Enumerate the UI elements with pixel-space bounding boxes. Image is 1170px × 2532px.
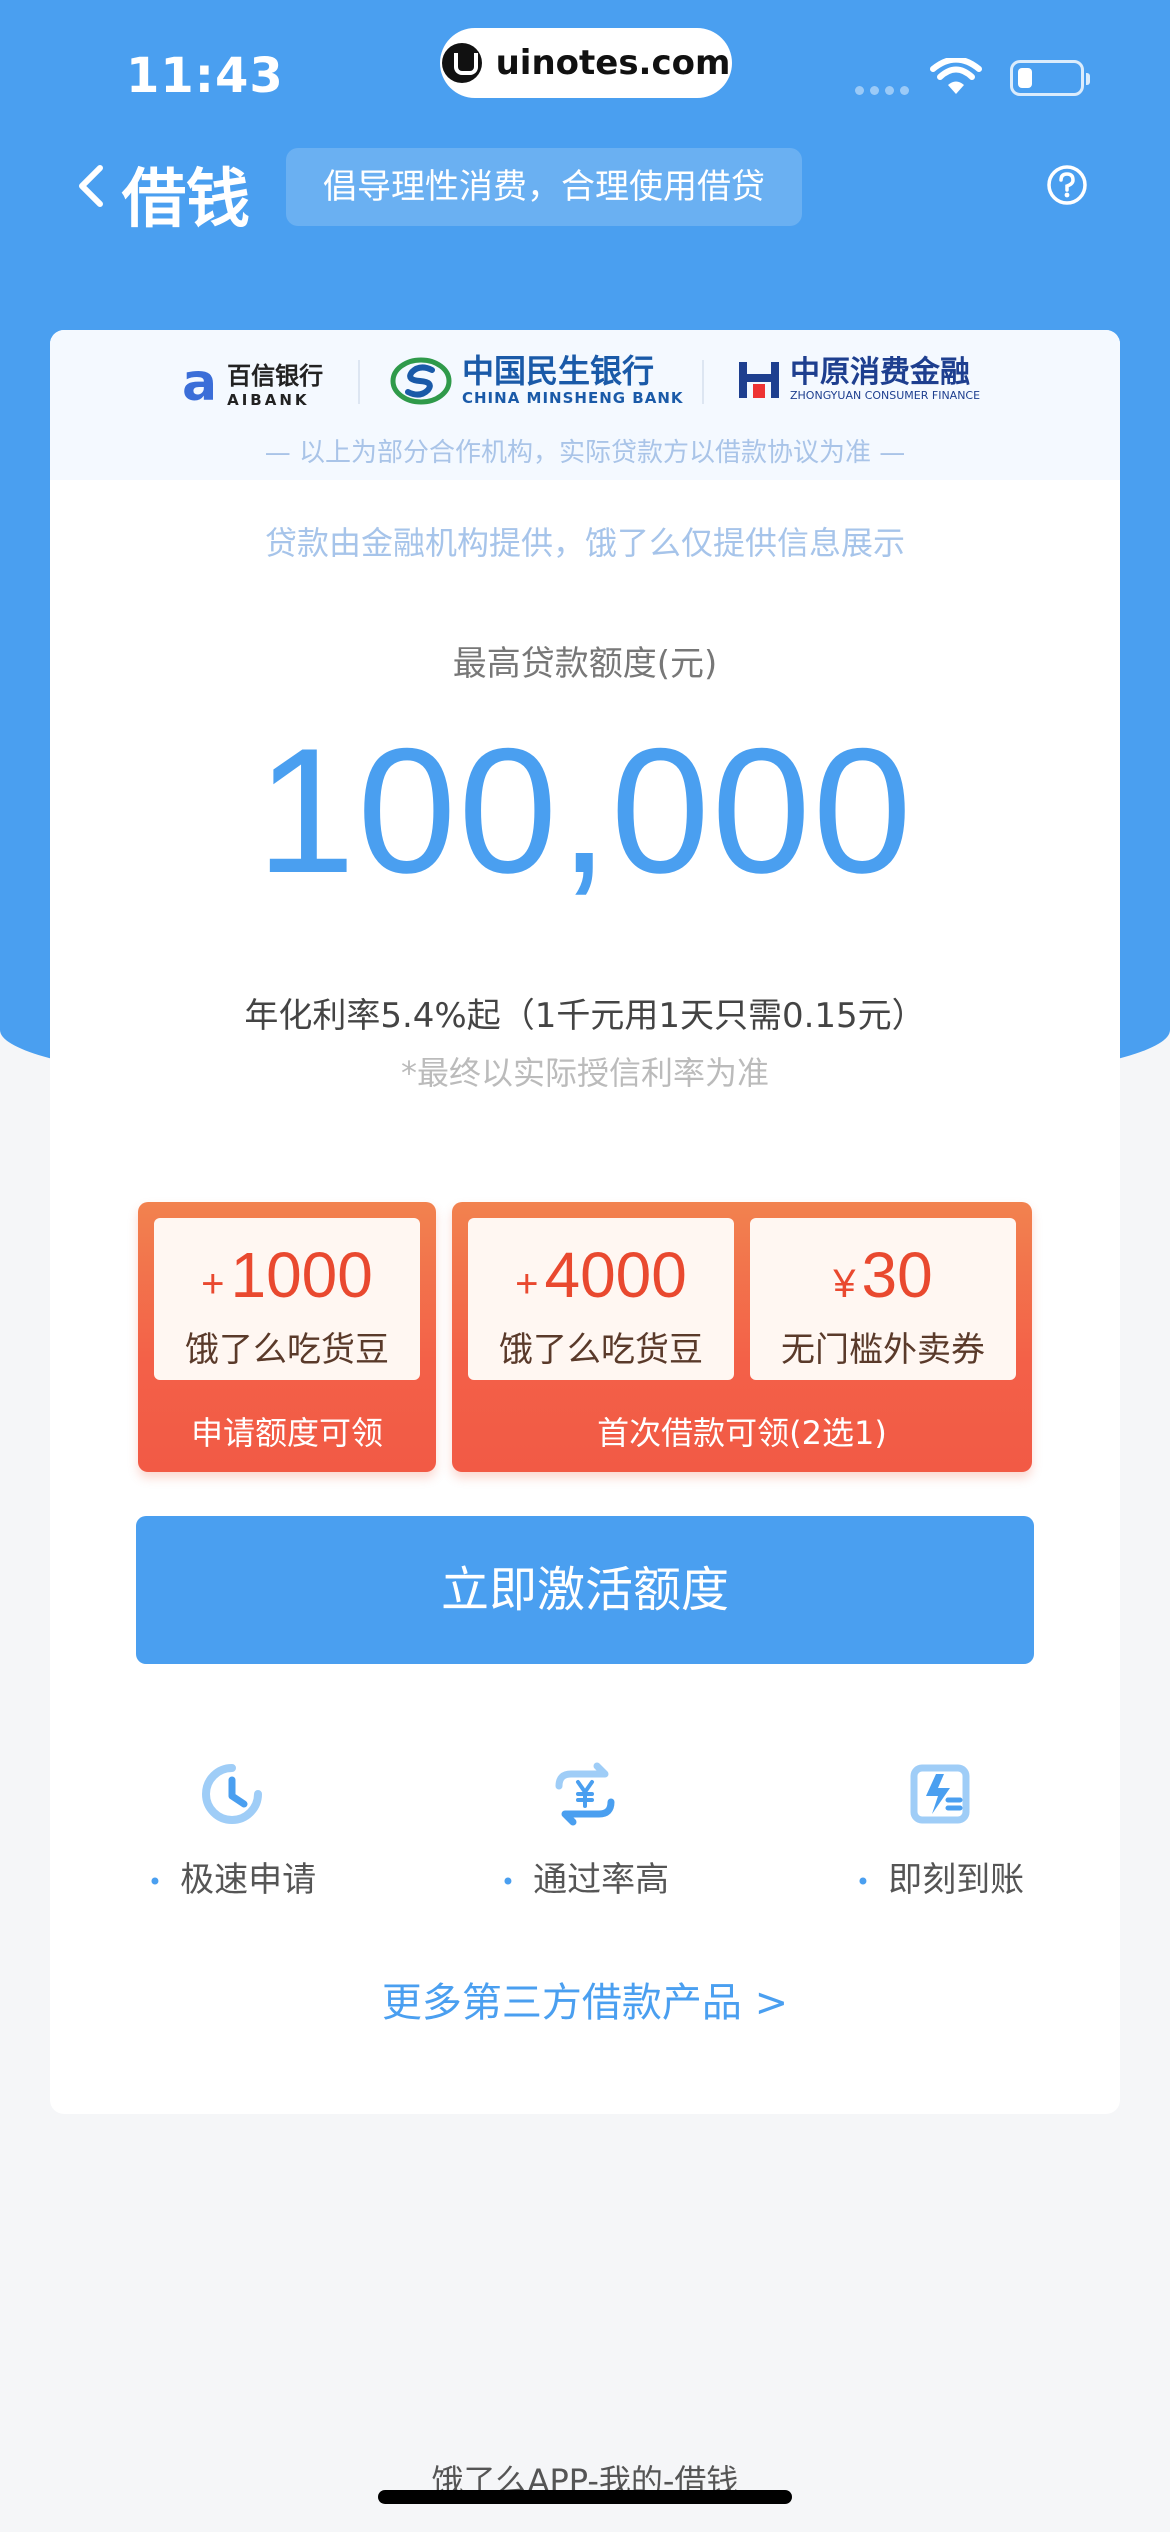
more-products-link[interactable]: 更多第三方借款产品 >	[50, 1970, 1120, 2028]
logo-divider	[358, 360, 360, 404]
battery-icon	[1010, 60, 1090, 96]
partner-name-en: CHINA MINSHENG BANK	[462, 389, 684, 408]
back-chevron-icon[interactable]	[72, 164, 112, 208]
partner-name-cn: 中原消费金融	[790, 355, 970, 390]
coupon-amount: ¥30	[833, 1239, 933, 1311]
feature-instant-arrival: 即刻到账	[810, 1760, 1070, 1901]
minsheng-emblem-icon	[390, 357, 452, 405]
yuan-exchange-icon	[555, 1762, 615, 1826]
wifi-icon	[930, 58, 982, 94]
partner-logo-zhongyuan: 中原消费金融 ZHONGYUAN CONSUMER FINANCE	[736, 356, 980, 402]
feature-fast-apply: 极速申请	[102, 1760, 362, 1901]
feature-label: 即刻到账	[810, 1852, 1070, 1901]
partner-logo-minsheng: 中国民生银行 CHINA MINSHENG BANK	[390, 352, 684, 408]
coupon-card: +4000 饿了么吃货豆	[468, 1218, 734, 1380]
status-time: 11:43	[126, 48, 284, 104]
partner-logo-aibank: a 百信银行 AIBANK	[182, 352, 324, 413]
coupon-desc: 饿了么吃货豆	[499, 1330, 703, 1370]
signal-icon	[855, 86, 909, 95]
interest-rate-note: *最终以实际授信利率为准	[400, 1054, 769, 1092]
partner-note: — 以上为部分合作机构，实际贷款方以借款协议为准 —	[264, 438, 906, 468]
limit-label: 最高贷款额度(元)	[452, 644, 718, 684]
loan-disclaimer: 贷款由金融机构提供，饿了么仅提供信息展示	[264, 524, 905, 562]
partner-area: a 百信银行 AIBANK 中国民生银行 CHINA MINSHENG BANK	[50, 330, 1120, 480]
activate-limit-button[interactable]: 立即激活额度	[136, 1516, 1034, 1664]
reward-caption: 申请额度可领	[190, 1414, 383, 1452]
partner-name-cn: 百信银行	[227, 362, 324, 390]
coupon-amount: +1000	[201, 1239, 373, 1311]
limit-value: 100,000	[256, 711, 914, 910]
coupon-desc: 无门槛外卖券	[781, 1330, 985, 1370]
reward-first-loan[interactable]: +4000 饿了么吃货豆 ¥30 无门槛外卖券 首次借款可领(2选1)	[452, 1202, 1032, 1472]
partner-name-en: ZHONGYUAN CONSUMER FINANCE	[790, 389, 981, 402]
aibank-mark-icon: a	[182, 352, 218, 413]
zhongyuan-emblem-icon	[739, 362, 779, 398]
reward-apply[interactable]: +1000 饿了么吃货豆 申请额度可领	[138, 1202, 436, 1472]
partner-name-en: AIBANK	[227, 391, 310, 409]
logo-divider	[702, 360, 704, 404]
reward-caption: 首次借款可领(2选1)	[597, 1414, 887, 1452]
feature-label: 通过率高	[455, 1852, 715, 1901]
partner-name-cn: 中国民生银行	[462, 352, 655, 390]
home-indicator[interactable]	[378, 2490, 792, 2504]
coupon-card: +1000 饿了么吃货豆	[154, 1218, 420, 1380]
interest-rate-text: 年化利率5.4%起（1千元用1天只需0.15元）	[244, 996, 926, 1036]
url-pill[interactable]: uinotes.com	[440, 28, 732, 98]
help-icon[interactable]	[1046, 164, 1088, 206]
status-bar: 11:43 uinotes.com	[0, 0, 1170, 140]
coupon-desc: 饿了么吃货豆	[185, 1330, 389, 1370]
page-title: 借钱	[122, 163, 250, 237]
coupon-amount: +4000	[515, 1239, 687, 1311]
site-logo-icon	[441, 43, 482, 83]
flash-arrival-icon	[910, 1764, 970, 1824]
clock-icon	[202, 1764, 262, 1824]
tagline-badge: 倡导理性消费，合理使用借贷	[286, 148, 802, 226]
loan-card: a 百信银行 AIBANK 中国民生银行 CHINA MINSHENG BANK	[50, 330, 1120, 2114]
feature-label: 极速申请	[102, 1852, 362, 1901]
feature-high-approval: 通过率高	[455, 1760, 715, 1901]
coupon-card: ¥30 无门槛外卖券	[750, 1218, 1016, 1380]
url-text: uinotes.com	[495, 43, 731, 83]
